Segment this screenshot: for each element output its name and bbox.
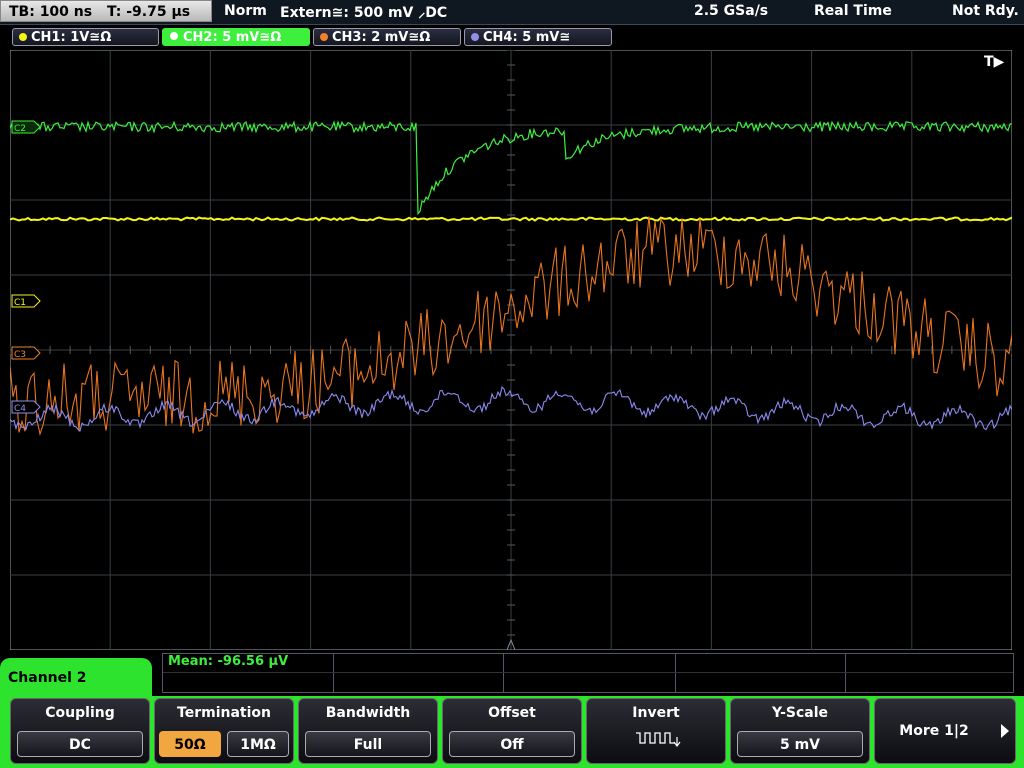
y-scale-value[interactable]: 5 mV (737, 731, 863, 757)
sample-rate: 2.5 GSa/s (694, 3, 769, 19)
acquisition-mode[interactable]: Norm (224, 3, 267, 19)
ch1-marker-label: C1 (14, 298, 26, 308)
menu-title: Channel 2 (0, 658, 152, 700)
termination-50ohm-option[interactable]: 50Ω (159, 731, 221, 757)
ch1-color-dot (19, 33, 27, 41)
trigger-source[interactable]: Extern≅: 500 mV ⸝DC (280, 3, 447, 22)
bandwidth-softkey[interactable]: Bandwidth Full (298, 698, 438, 764)
tab-ch3[interactable]: CH3: 2 mV≅Ω (313, 28, 461, 46)
ch4-label: CH4: 5 mV≅ (483, 30, 571, 45)
ch3-marker-label: C3 (14, 350, 26, 360)
y-scale-label: Y-Scale (771, 705, 828, 721)
invert-waveform-icon (636, 732, 681, 747)
offset-label: Offset (488, 705, 536, 721)
more-label: More 1|2 (899, 723, 969, 739)
ch3-color-dot (320, 33, 328, 41)
offset-softkey[interactable]: Offset Off (442, 698, 582, 764)
tab-ch1[interactable]: CH1: 1V≅Ω (12, 28, 159, 46)
mean-measurement[interactable]: Mean: -96.56 µV (168, 654, 288, 669)
termination-1mohm-option[interactable]: 1MΩ (227, 731, 289, 757)
trigger-time-value: T: -9.75 µs (106, 4, 191, 20)
measurement-panel (162, 653, 1014, 693)
timebase-value: TB: 100 ns (9, 4, 93, 20)
termination-softkey[interactable]: Termination 50Ω 1MΩ (154, 698, 294, 764)
offset-value[interactable]: Off (449, 731, 575, 757)
ch2-label: CH2: 5 mV≅Ω (183, 30, 282, 45)
tab-ch4[interactable]: CH4: 5 mV≅ (464, 28, 612, 46)
termination-label: Termination (177, 705, 271, 721)
ch2-color-dot (169, 31, 179, 41)
coupling-value[interactable]: DC (17, 731, 143, 757)
bandwidth-label: Bandwidth (325, 705, 411, 721)
waveform-display[interactable]: C1 C3 C4 C2 T▶ (10, 50, 1012, 650)
ch2-marker-label: C2 (14, 124, 26, 134)
invert-label: Invert (632, 705, 680, 721)
bandwidth-value[interactable]: Full (305, 731, 431, 757)
coupling-label: Coupling (45, 705, 115, 721)
ch4-marker-label: C4 (14, 404, 26, 414)
next-page-icon (1001, 724, 1009, 738)
tab-ch2[interactable]: CH2: 5 mV≅Ω (162, 28, 310, 46)
ch3-label: CH3: 2 mV≅Ω (332, 30, 431, 45)
y-scale-softkey[interactable]: Y-Scale 5 mV (730, 698, 870, 764)
ch1-label: CH1: 1V≅Ω (31, 30, 112, 45)
ch4-color-dot (471, 33, 479, 41)
time-mode: Real Time (814, 3, 892, 19)
run-state[interactable]: Not Rdy. (952, 3, 1019, 19)
trigger-position-marker[interactable]: T▶ (984, 54, 1005, 70)
coupling-softkey[interactable]: Coupling DC (10, 698, 150, 764)
more-softkey[interactable]: More 1|2 (874, 698, 1016, 764)
invert-softkey[interactable]: Invert (586, 698, 726, 764)
timebase-box[interactable]: TB: 100 ns T: -9.75 µs (0, 0, 212, 22)
